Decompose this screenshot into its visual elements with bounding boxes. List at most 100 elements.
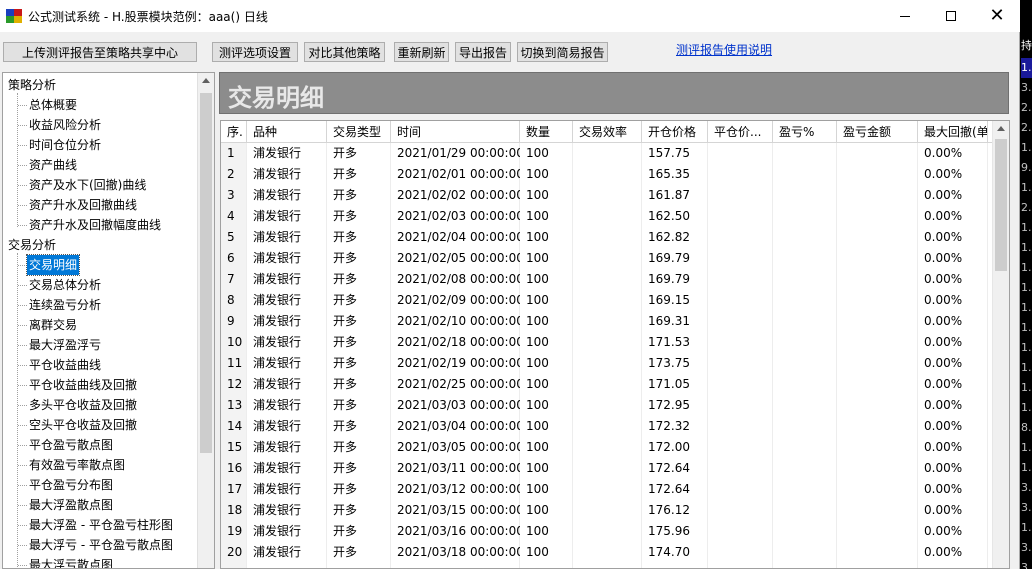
table-scroll-thumb[interactable]	[995, 139, 1007, 271]
table-cell: 2021/02/18 00:00:00	[397, 335, 520, 349]
table-row[interactable]: 9 浦发银行 开多 2021/02/10 00:00:00 100 169.31 0.00%	[221, 311, 994, 332]
app-icon[interactable]	[6, 9, 22, 23]
table-row[interactable]: 4 浦发银行 开多 2021/02/03 00:00:00 100 162.50 0.00%	[221, 206, 994, 227]
table-row[interactable]: 2 浦发银行 开多 2021/02/01 00:00:00 100 165.35 0.00%	[221, 164, 994, 185]
table-cell: 2021/03/12 00:00:00	[397, 482, 520, 496]
table-row[interactable]: 7 浦发银行 开多 2021/02/08 00:00:00 100 169.79 0.00%	[221, 269, 994, 290]
minimize-button[interactable]	[882, 0, 928, 32]
tree-item[interactable]: 总体概要	[27, 95, 79, 115]
table-cell	[573, 164, 642, 185]
column-header[interactable]: 序.	[221, 121, 247, 143]
maximize-button[interactable]	[928, 0, 974, 32]
table-row[interactable]: 3 浦发银行 开多 2021/02/02 00:00:00 100 161.87 0.00%	[221, 185, 994, 206]
compare-strategies-button[interactable]: 对比其他策略	[304, 42, 385, 62]
tree-item[interactable]: 平仓盈亏分布图	[27, 475, 115, 495]
tree-item[interactable]: 平仓盈亏散点图	[27, 435, 115, 455]
table-cell	[708, 206, 773, 227]
tree-category[interactable]: 策略分析	[8, 75, 56, 95]
table-row[interactable]: 14 浦发银行 开多 2021/03/04 00:00:00 100 172.32 0.00…	[221, 416, 994, 437]
tree-item[interactable]: 交易总体分析	[27, 275, 103, 295]
table-row[interactable]: 12 浦发银行 开多 2021/02/25 00:00:00 100 171.05 0.00…	[221, 374, 994, 395]
table-cell: 100	[526, 314, 549, 328]
test-options-button[interactable]: 测评选项设置	[212, 42, 298, 62]
tree-item[interactable]: 离群交易	[27, 315, 79, 335]
table-row[interactable]: 6 浦发银行 开多 2021/02/05 00:00:00 100 169.79 0.00%	[221, 248, 994, 269]
table-cell: 2021/03/03 00:00:00	[397, 398, 520, 412]
tree-category[interactable]: 交易分析	[8, 235, 56, 255]
column-header[interactable]: 盈亏金额	[837, 121, 918, 143]
upload-report-button[interactable]: 上传测评报告至策略共享中心	[3, 42, 197, 62]
switch-simple-report-button[interactable]: 切换到简易报告	[517, 42, 608, 62]
table-cell: 0.00%	[924, 335, 963, 349]
tree-item[interactable]: 最大浮亏 - 平仓盈亏散点图	[27, 535, 175, 555]
scroll-up-icon[interactable]	[202, 78, 210, 83]
table-row[interactable]: 8 浦发银行 开多 2021/02/09 00:00:00 100 169.15 0.00%	[221, 290, 994, 311]
table-row[interactable]: 13 浦发银行 开多 2021/03/03 00:00:00 100 172.95 0.00…	[221, 395, 994, 416]
table-scroll-up-icon[interactable]	[997, 126, 1005, 131]
table-scrollbar[interactable]	[992, 121, 1009, 568]
table-cell: 开多	[333, 293, 358, 307]
tree-item[interactable]: 最大浮亏散点图	[27, 555, 115, 568]
tree-item[interactable]: 时间仓位分析	[27, 135, 103, 155]
table-cell: 0.00%	[924, 251, 963, 265]
refresh-button[interactable]: 重新刷新	[394, 42, 449, 62]
table-cell	[837, 164, 918, 185]
table-cell	[708, 269, 773, 290]
strip-value: 1.	[1021, 241, 1032, 254]
tree-item[interactable]: 资产升水及回撤幅度曲线	[27, 215, 163, 235]
close-button[interactable]: ✕	[974, 0, 1020, 32]
tree-item[interactable]: 多头平仓收益及回撤	[27, 395, 139, 415]
help-link[interactable]: 测评报告使用说明	[676, 41, 772, 58]
table-row[interactable]: 11 浦发银行 开多 2021/02/19 00:00:00 100 173.75 0.00…	[221, 353, 994, 374]
tree-item[interactable]: 资产升水及回撤曲线	[27, 195, 139, 215]
tree-item[interactable]: 收益风险分析	[27, 115, 103, 135]
tree-item[interactable]: 资产及水下(回撤)曲线	[27, 175, 148, 195]
sidebar-scroll-thumb[interactable]	[200, 93, 212, 453]
table-cell: 2021/01/29 00:00:00	[397, 146, 520, 160]
table-row[interactable]: 17 浦发银行 开多 2021/03/12 00:00:00 100 172.64 0.00…	[221, 479, 994, 500]
tree-item[interactable]: 连续盈亏分析	[27, 295, 103, 315]
table-row[interactable]: 20 浦发银行 开多 2021/03/18 00:00:00 100 174.70 0.00…	[221, 542, 994, 563]
table-cell	[773, 164, 837, 185]
table-cell	[837, 542, 918, 563]
table-cell: 100	[526, 524, 549, 538]
table-row[interactable]: 1 浦发银行 开多 2021/01/29 00:00:00 100 157.75 0.00%	[221, 143, 994, 164]
table-cell	[837, 269, 918, 290]
tree-item[interactable]: 资产曲线	[27, 155, 79, 175]
column-header[interactable]: 最大回撤(单	[918, 121, 988, 143]
table-row[interactable]: 10 浦发银行 开多 2021/02/18 00:00:00 100 171.53 0.00…	[221, 332, 994, 353]
column-header[interactable]: 盈亏%	[773, 121, 837, 143]
tree-item[interactable]: 有效盈亏率散点图	[27, 455, 127, 475]
table-cell: 2021/02/01 00:00:00	[397, 167, 520, 181]
table-cell: 100	[526, 188, 549, 202]
strip-value: 1.	[1021, 58, 1032, 78]
tree-item[interactable]: 交易明细	[25, 254, 81, 276]
tree-item[interactable]: 平仓收益曲线	[27, 355, 103, 375]
column-header[interactable]: 平仓价...	[708, 121, 773, 143]
tree-item[interactable]: 最大浮盈散点图	[27, 495, 115, 515]
column-header[interactable]: 品种	[247, 121, 327, 143]
table-row[interactable]: 15 浦发银行 开多 2021/03/05 00:00:00 100 172.00 0.00…	[221, 437, 994, 458]
table-row[interactable]: 18 浦发银行 开多 2021/03/15 00:00:00 100 176.12 0.00…	[221, 500, 994, 521]
tree-item[interactable]: 最大浮盈 - 平仓盈亏柱形图	[27, 515, 175, 535]
table-cell: 13	[227, 398, 243, 412]
table-row[interactable]: 5 浦发银行 开多 2021/02/04 00:00:00 100 162.82 0.00%	[221, 227, 994, 248]
table-cell: 2021/03/04 00:00:00	[397, 419, 520, 433]
table-cell	[837, 521, 918, 542]
table-cell: 172.64	[648, 482, 690, 496]
tree-item[interactable]: 空头平仓收益及回撤	[27, 415, 139, 435]
column-header[interactable]: 数量	[520, 121, 573, 143]
column-header[interactable]: 交易效率	[573, 121, 642, 143]
table-row[interactable]: 19 浦发银行 开多 2021/03/16 00:00:00 100 175.96 0.00…	[221, 521, 994, 542]
table-cell	[708, 500, 773, 521]
column-header[interactable]: 交易类型	[327, 121, 391, 143]
table-row[interactable]: 16 浦发银行 开多 2021/03/11 00:00:00 100 172.64 0.00…	[221, 458, 994, 479]
tree-item[interactable]: 平仓收益曲线及回撤	[27, 375, 139, 395]
column-header[interactable]: 开仓价格	[642, 121, 708, 143]
export-report-button[interactable]: 导出报告	[455, 42, 511, 62]
column-header[interactable]: 时间	[391, 121, 520, 143]
sidebar-scrollbar[interactable]	[197, 73, 214, 568]
table-cell	[837, 479, 918, 500]
tree-item[interactable]: 最大浮盈浮亏	[27, 335, 103, 355]
table-cell	[837, 206, 918, 227]
